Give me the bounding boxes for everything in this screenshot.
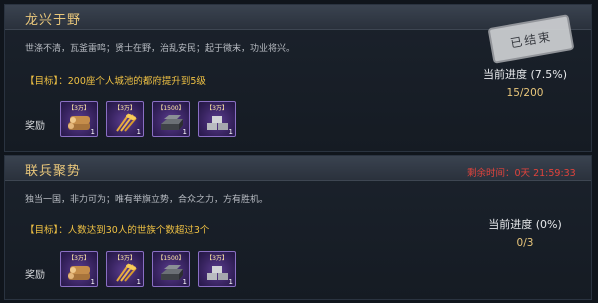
stone-bricks-icon <box>207 266 228 280</box>
progress-label: 当前进度 (7.5%) <box>482 68 568 81</box>
quest-description: 世涤不清，瓦釜雷鸣；贤士在野，治乱安民；起于微末，功业将兴。 <box>25 44 296 54</box>
reward-item-tag: 【3万】 <box>114 255 136 262</box>
stone-bricks-icon <box>207 116 228 130</box>
reward-item-tag: 【1500】 <box>157 255 185 262</box>
progress-value: 0/3 <box>516 237 534 249</box>
progress-panel: 当前进度 (0%) 0/3 <box>460 216 590 249</box>
wheat-icon <box>116 113 137 132</box>
reward-item-list: 【3万】 1 【3万】 1 【1500】 1 【3万】 1 <box>60 101 236 137</box>
reward-item-tag: 【3万】 <box>114 105 136 112</box>
quest-goal: 【目标】：200座个人城池的都府提升到5级 <box>25 76 206 87</box>
reward-item-tag: 【3万】 <box>68 255 90 262</box>
reward-item-grain[interactable]: 【3万】 1 <box>106 251 144 287</box>
progress-value: 15/200 <box>506 87 544 99</box>
quest-title: 联兵聚势 <box>25 164 82 179</box>
reward-item-tag: 【1500】 <box>157 105 185 112</box>
iron-ingot-icon <box>161 115 183 130</box>
reward-item-count: 1 <box>136 278 141 286</box>
reward-item-grain[interactable]: 【3万】 1 <box>106 101 144 137</box>
iron-ingot-icon <box>161 265 183 280</box>
reward-item-iron[interactable]: 【1500】 1 <box>152 251 190 287</box>
reward-item-count: 1 <box>228 128 233 136</box>
reward-label: 奖励 <box>25 121 45 132</box>
reward-item-count: 1 <box>136 128 141 136</box>
wood-logs-icon <box>68 116 90 130</box>
reward-item-count: 1 <box>90 278 95 286</box>
wheat-icon <box>116 263 137 282</box>
reward-item-count: 1 <box>228 278 233 286</box>
quest-description: 独当一国，非力可为；唯有举旗立势，合众之力，方有胜机。 <box>25 195 269 205</box>
progress-panel: 当前进度 (7.5%) 15/200 <box>460 66 590 99</box>
reward-item-stone[interactable]: 【3万】 1 <box>198 101 236 137</box>
reward-item-iron[interactable]: 【1500】 1 <box>152 101 190 137</box>
reward-item-tag: 【3万】 <box>206 105 228 112</box>
reward-label: 奖励 <box>25 270 45 281</box>
reward-item-tag: 【3万】 <box>206 255 228 262</box>
reward-item-wood[interactable]: 【3万】 1 <box>60 251 98 287</box>
wood-logs-icon <box>68 266 90 280</box>
reward-item-tag: 【3万】 <box>68 105 90 112</box>
remaining-time: 剩余时间：0天 21:59:33 <box>467 168 576 179</box>
reward-item-count: 1 <box>90 128 95 136</box>
progress-label: 当前进度 (0%) <box>488 218 562 231</box>
reward-item-count: 1 <box>182 128 187 136</box>
quest-title: 龙兴于野 <box>25 13 82 28</box>
quest-card-alliance: 联兵聚势 剩余时间：0天 21:59:33 独当一国，非力可为；唯有举旗立势，合… <box>4 155 592 300</box>
reward-item-wood[interactable]: 【3万】 1 <box>60 101 98 137</box>
reward-item-count: 1 <box>182 278 187 286</box>
reward-item-stone[interactable]: 【3万】 1 <box>198 251 236 287</box>
reward-item-list: 【3万】 1 【3万】 1 【1500】 1 【3万】 1 <box>60 251 236 287</box>
quest-card-dragon-rise: 龙兴于野 世涤不清，瓦釜雷鸣；贤士在野，治乱安民；起于微末，功业将兴。 【目标】… <box>4 4 592 152</box>
quest-goal: 【目标】：人数达到30人的世族个数超过3个 <box>25 225 210 236</box>
